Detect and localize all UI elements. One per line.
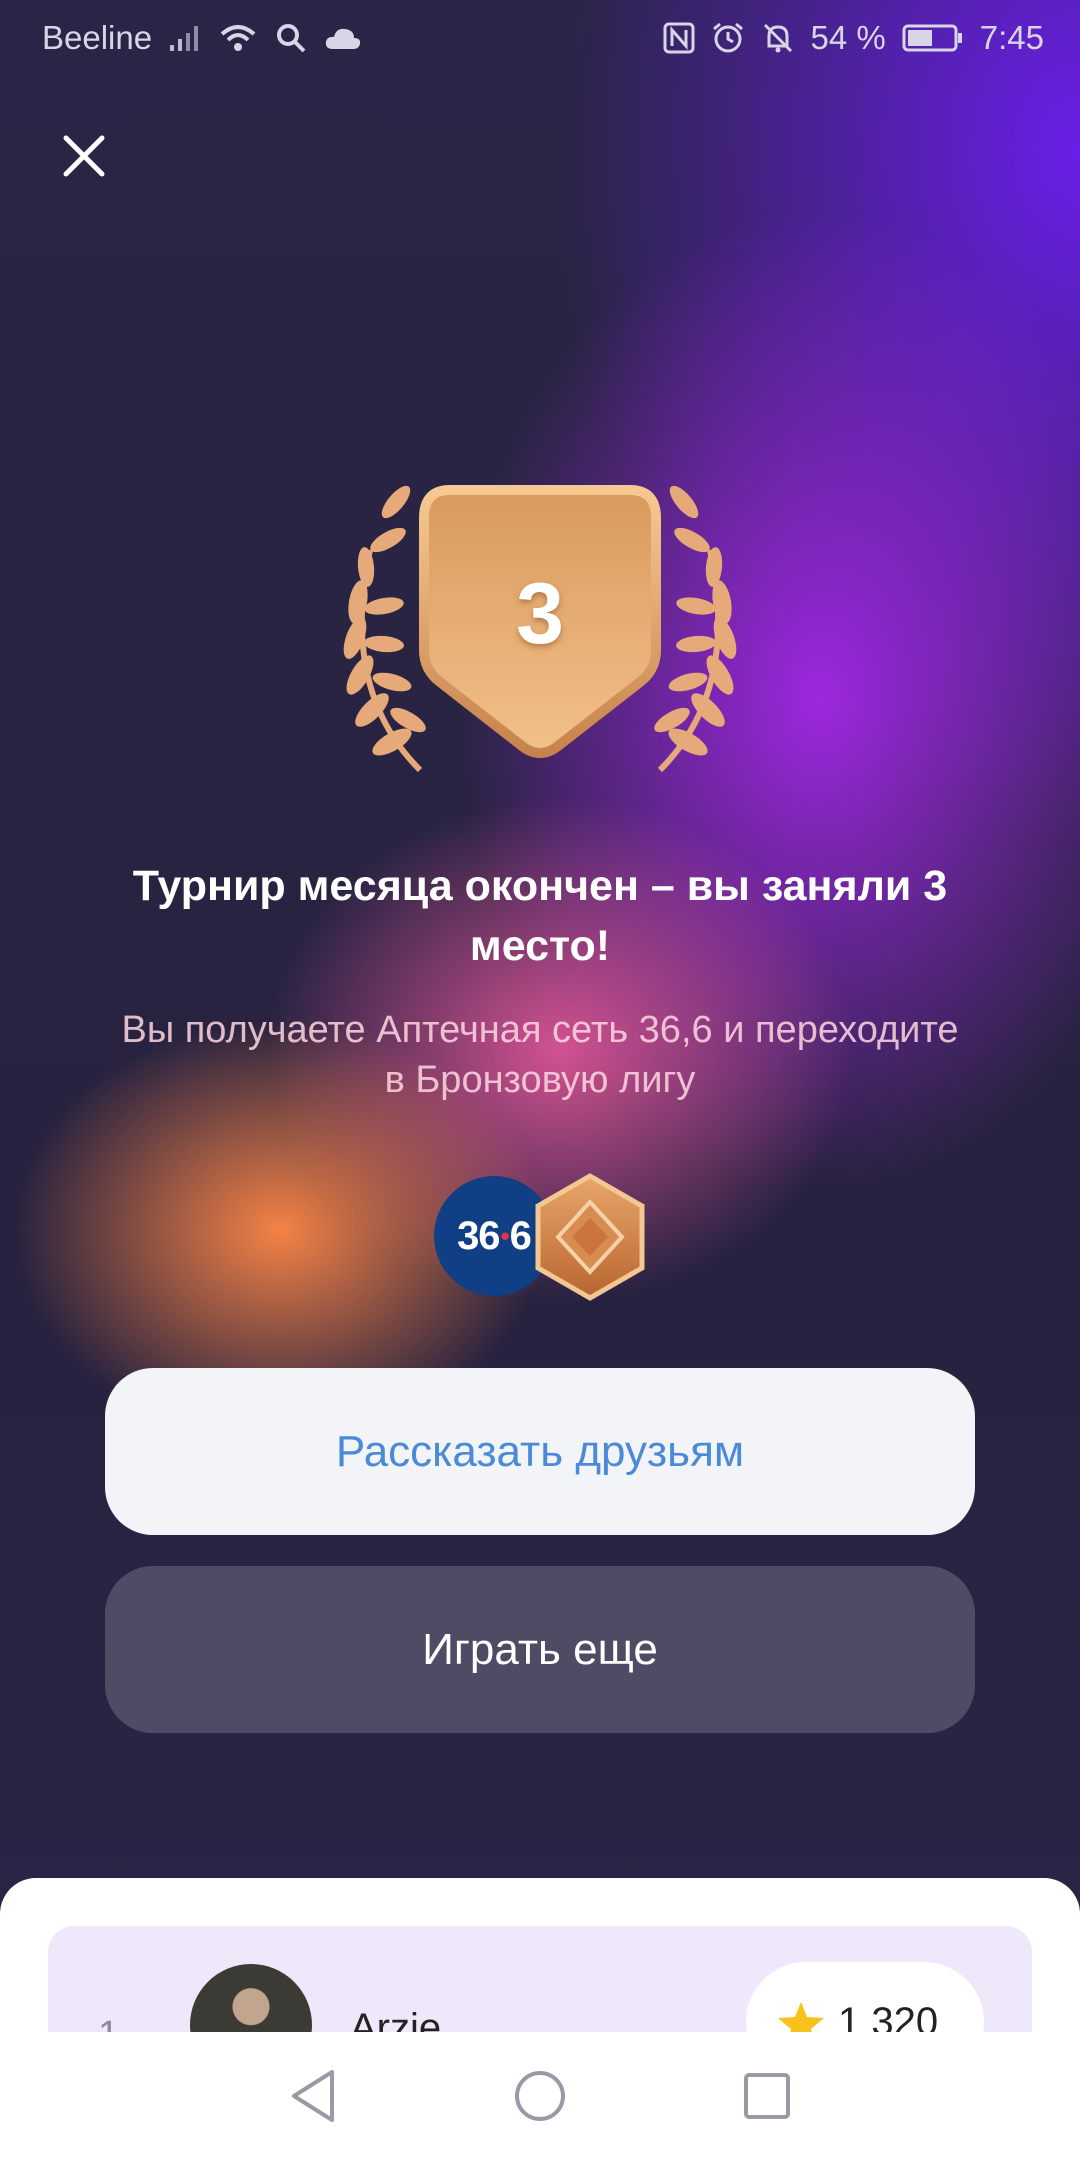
system-nav-bar (0, 2032, 1080, 2160)
result-title: Турнир месяца окончен – вы заняли 3 мест… (132, 862, 948, 970)
result-subtitle: Вы получаете Аптечная сеть 36,6 и перехо… (121, 1009, 959, 1101)
notifications-off-icon (761, 21, 795, 55)
partner-logo-text-a: 36 (457, 1213, 500, 1258)
place-medal: 3 (300, 470, 780, 790)
nfc-icon (663, 22, 695, 54)
wifi-icon (218, 22, 258, 54)
partner-logo-text-b: 6 (509, 1213, 532, 1258)
battery-icon (902, 23, 964, 53)
place-number: 3 (516, 566, 564, 662)
clock: 7:45 (979, 19, 1044, 56)
laurel-left-icon (343, 485, 426, 773)
share-with-friends-button[interactable]: Рассказать друзьям (105, 1368, 975, 1535)
battery-percent: 54 % (810, 19, 886, 56)
carrier-name: Beeline (42, 19, 153, 56)
recents-icon (743, 2073, 790, 2119)
status-bar: Beeline 54 % 7:45 (0, 0, 1080, 76)
search-icon (274, 21, 308, 55)
signal-icon (168, 23, 202, 53)
play-again-button[interactable]: Играть еще (105, 1566, 975, 1733)
laurel-right-icon (654, 485, 737, 773)
cloud-icon (324, 25, 362, 51)
close-icon (63, 135, 105, 177)
back-icon (292, 2070, 335, 2122)
bronze-league-icon (530, 1172, 650, 1302)
home-button[interactable] (500, 2056, 580, 2136)
back-button[interactable] (273, 2056, 353, 2136)
alarm-icon (711, 21, 745, 55)
home-icon (514, 2071, 565, 2121)
close-button[interactable] (52, 124, 116, 188)
recents-button[interactable] (727, 2056, 807, 2136)
rewards-row: 36 • 6 (430, 1172, 650, 1302)
